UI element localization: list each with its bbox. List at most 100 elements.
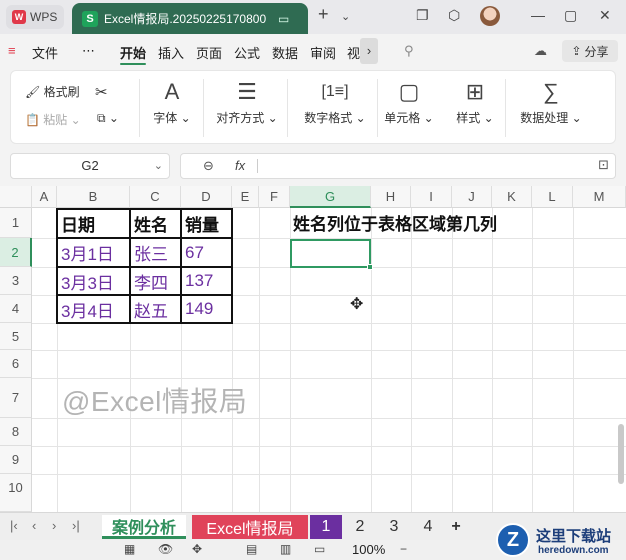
zoom-out-button[interactable]: − [400,542,407,556]
sheet-tab-case-analysis[interactable]: 案例分析 [102,515,186,539]
col-header-h[interactable]: H [371,186,411,208]
reading-view-icon[interactable]: ▭ [314,542,325,556]
row-header-7[interactable]: 7 [0,378,32,418]
menu-tab-view[interactable]: 视 [347,43,360,62]
col-header-e[interactable]: E [232,186,259,208]
col-header-g[interactable]: G [290,186,371,208]
cut-icon[interactable]: ✂ [95,83,108,101]
fx-icon[interactable]: fx [235,158,245,173]
page-layout-icon[interactable]: ▦ [124,542,135,556]
formula-input[interactable]: ⊖ fx ⊡ [180,153,616,179]
col-header-d[interactable]: D [181,186,232,208]
tab-document[interactable]: S Excel情报局.20250225170800 ▭ [72,3,308,34]
monitor-icon[interactable]: ▭ [278,12,289,26]
cell-c3[interactable]: 李四 [131,268,180,294]
cell-d3[interactable]: 137 [182,268,231,294]
row-header-4[interactable]: 4 [0,295,32,323]
selected-cell-g2[interactable] [290,239,373,270]
sheet-tab-3[interactable]: 3 [378,515,410,539]
row-header-6[interactable]: 6 [0,350,32,378]
zoom-level[interactable]: 100% [352,542,385,557]
sheet-tab-1[interactable]: 1 [310,515,342,539]
ribbon-scroll-right-button[interactable]: › [360,38,378,64]
share-button[interactable]: ⇪ 分享 [562,40,618,62]
sheet-tab-excel-bureau[interactable]: Excel情报局 [192,515,308,539]
col-header-c[interactable]: C [130,186,181,208]
add-sheet-button[interactable]: + [446,515,466,539]
expand-formula-icon[interactable]: ⊡ [598,157,609,173]
data-process-group[interactable]: ∑ 数据处理 ⌄ [511,79,591,126]
cell-b3[interactable]: 3月3日 [58,268,129,294]
col-header-m[interactable]: M [573,186,626,208]
font-group[interactable]: A 字体 ⌄ [147,79,197,126]
sheet-tab-2[interactable]: 2 [344,515,376,539]
freeze-icon[interactable]: ✥ [192,542,202,556]
select-all-corner[interactable] [0,186,32,208]
row-header-5[interactable]: 5 [0,323,32,350]
maximize-icon[interactable]: ▢ [564,7,577,24]
cloud-upload-icon[interactable]: ☁ [534,43,547,59]
menu-tab-data[interactable]: 数据 [272,43,298,62]
col-header-f[interactable]: F [259,186,290,208]
col-header-j[interactable]: J [452,186,492,208]
name-box[interactable]: G2 ⌄ [10,153,170,179]
row-header-10[interactable]: 10 [0,474,32,512]
search-icon[interactable]: ⚲ [404,43,414,59]
menu-tab-formula[interactable]: 公式 [234,43,260,62]
next-sheet-icon[interactable]: › [52,518,56,533]
first-sheet-icon[interactable]: |‹ [10,518,18,533]
sheet-grid[interactable]: A B C D E F G H I J K L M 1 2 3 4 5 6 7 … [0,186,626,512]
last-sheet-icon[interactable]: ›| [72,518,80,533]
normal-view-icon[interactable]: ▤ [246,542,257,556]
cube-icon[interactable]: ⬡ [448,7,460,24]
col-header-a[interactable]: A [32,186,57,208]
row-header-9[interactable]: 9 [0,446,32,474]
cell-c4[interactable]: 赵五 [131,296,180,322]
row-header-2[interactable]: 2 [0,238,32,267]
menu-icon[interactable]: ≡ [8,43,16,58]
zoom-formula-icon[interactable]: ⊖ [203,158,214,174]
col-header-k[interactable]: K [492,186,532,208]
cell-d2[interactable]: 67 [182,239,231,266]
prev-sheet-icon[interactable]: ‹ [32,518,36,533]
fill-handle[interactable] [367,264,373,270]
sheet-tab-4[interactable]: 4 [412,515,444,539]
cell-g1-question[interactable]: 姓名列位于表格区域第几列 [293,210,497,235]
menu-tab-insert[interactable]: 插入 [158,43,184,62]
new-tab-plus-icon[interactable]: + [318,4,329,25]
style-group[interactable]: ⊞ 样式 ⌄ [445,79,505,126]
menu-tab-review[interactable]: 审阅 [310,43,336,62]
tab-list-chevron-icon[interactable]: ⌄ [341,10,350,23]
window-restore-icon[interactable]: ❐ [416,7,429,24]
col-header-b[interactable]: B [57,186,130,208]
vertical-scrollbar[interactable] [618,424,624,484]
copy-button[interactable]: ⧉ ⌄ [97,111,119,126]
cell-c1[interactable]: 姓名 [131,209,180,237]
paste-button[interactable]: 📋 粘贴 ⌄ [25,111,81,128]
cell-group[interactable]: ▢ 单元格 ⌄ [379,79,439,126]
menu-more[interactable]: ⋯ [82,43,95,59]
number-format-group[interactable]: [1≡] 数字格式 ⌄ [293,79,377,126]
close-icon[interactable]: ✕ [599,7,611,24]
menu-file[interactable]: 文件 [32,43,58,62]
align-group[interactable]: ☰ 对齐方式 ⌄ [207,79,287,126]
col-header-l[interactable]: L [532,186,573,208]
chevron-down-icon[interactable]: ⌄ [154,154,163,178]
row-header-8[interactable]: 8 [0,418,32,446]
cell-b1[interactable]: 日期 [58,209,129,237]
eye-icon[interactable]: 👁 [158,542,173,556]
page-break-view-icon[interactable]: ▥ [280,542,291,556]
row-header-3[interactable]: 3 [0,267,32,295]
menu-tab-home[interactable]: 开始 [120,43,146,62]
cell-b2[interactable]: 3月1日 [58,239,129,266]
format-painter-button[interactable]: 🖌 格式刷 [25,83,80,100]
minimize-icon[interactable]: — [531,7,545,23]
menu-tab-page[interactable]: 页面 [196,43,222,62]
tab-wps-home[interactable]: W WPS [6,5,64,29]
row-header-1[interactable]: 1 [0,208,32,238]
user-avatar[interactable] [480,6,500,26]
cell-d4[interactable]: 149 [182,296,231,322]
cell-d1[interactable]: 销量 [182,209,231,237]
col-header-i[interactable]: I [411,186,452,208]
cell-b4[interactable]: 3月4日 [58,296,129,322]
